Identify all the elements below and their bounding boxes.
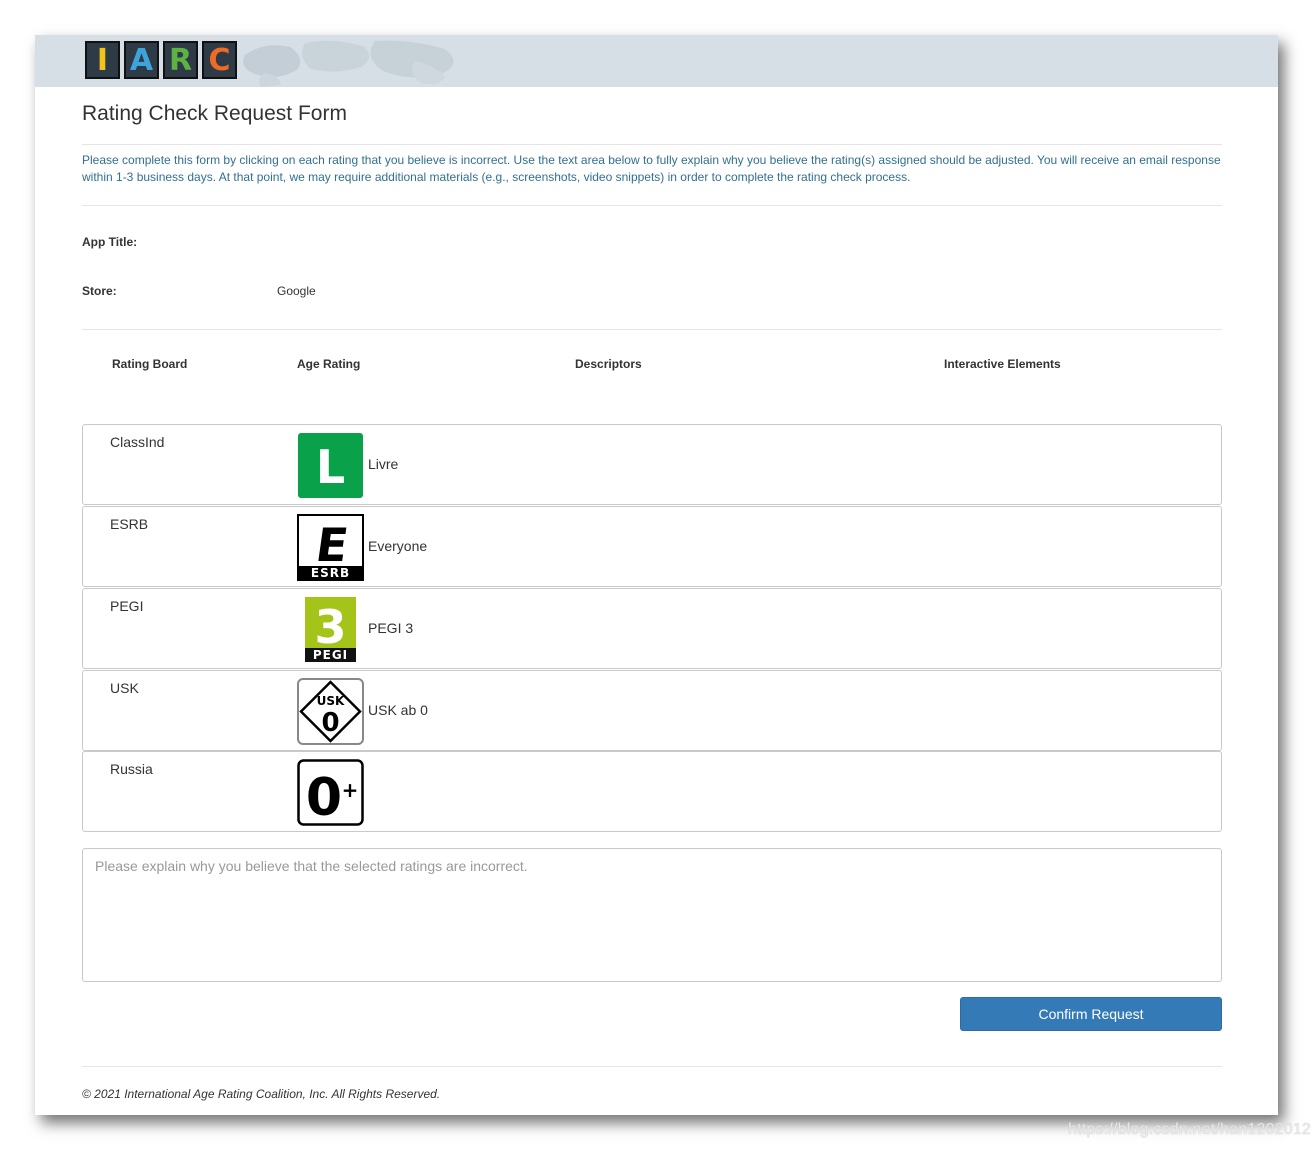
logo-letter-c: C	[202, 41, 237, 79]
logo-letter-a: A	[124, 41, 159, 79]
classind-badge-letter: L	[316, 440, 345, 494]
logo-letter-r: R	[163, 41, 198, 79]
rating-row-esrb[interactable]: ESRB E ESRB Everyone	[82, 506, 1222, 587]
header-descriptors: Descriptors	[575, 357, 642, 371]
header-interactive-elements: Interactive Elements	[944, 357, 1061, 371]
pegi-badge-wordmark: PEGI	[313, 648, 348, 662]
pegi-3-icon: 3 PEGI	[305, 597, 356, 662]
classind-l-icon: L	[298, 433, 363, 498]
esrb-badge-wordmark: ESRB	[311, 566, 350, 580]
header-rating-board: Rating Board	[112, 357, 188, 371]
header-age-rating: Age Rating	[297, 357, 361, 371]
divider	[82, 205, 1222, 206]
divider	[82, 1066, 1222, 1067]
page-title: Rating Check Request Form	[82, 102, 1222, 145]
pegi-badge-number: 3	[314, 600, 346, 654]
usk-0-icon: USK 0	[297, 678, 364, 745]
board-name: USK	[110, 680, 139, 696]
rating-row-usk[interactable]: USK USK 0 USK ab 0	[82, 670, 1222, 751]
rating-row-russia[interactable]: Russia 0 +	[82, 751, 1222, 832]
rating-row-classind[interactable]: ClassInd L Livre	[82, 424, 1222, 505]
store-value: Google	[277, 284, 316, 298]
rating-row-pegi[interactable]: PEGI 3 PEGI PEGI 3	[82, 588, 1222, 669]
divider	[82, 329, 1222, 330]
russia-0plus-icon: 0 +	[297, 759, 364, 826]
explanation-textarea[interactable]	[82, 848, 1222, 982]
russia-badge-number: 0	[306, 768, 342, 826]
app-title-label: App Title:	[82, 235, 138, 249]
usk-badge-wordmark: USK	[317, 694, 345, 708]
iarc-logo: I A R C	[85, 41, 237, 79]
header-banner: I A R C	[35, 35, 1278, 87]
board-name: Russia	[110, 761, 153, 777]
board-name: ESRB	[110, 516, 149, 532]
russia-badge-plus: +	[342, 778, 359, 802]
age-rating-text: Livre	[368, 456, 399, 472]
watermark-text: https://blog.csdn.net/han1202012	[1068, 1121, 1312, 1138]
confirm-request-button[interactable]: Confirm Request	[960, 997, 1222, 1031]
intro-text: Please complete this form by clicking on…	[82, 153, 1221, 184]
page-frame: I A R C Rating Check Request Form Please…	[35, 35, 1278, 1115]
age-rating-text: PEGI 3	[368, 620, 414, 636]
board-name: PEGI	[110, 598, 144, 614]
esrb-e-icon: E ESRB	[297, 514, 364, 581]
age-rating-text: USK ab 0	[368, 702, 428, 718]
age-rating-text: Everyone	[368, 538, 428, 554]
store-label: Store:	[82, 284, 117, 298]
copyright-footer: © 2021 International Age Rating Coalitio…	[82, 1087, 441, 1101]
usk-badge-number: 0	[321, 708, 339, 738]
logo-letter-i: I	[85, 41, 120, 79]
board-name: ClassInd	[110, 434, 165, 450]
